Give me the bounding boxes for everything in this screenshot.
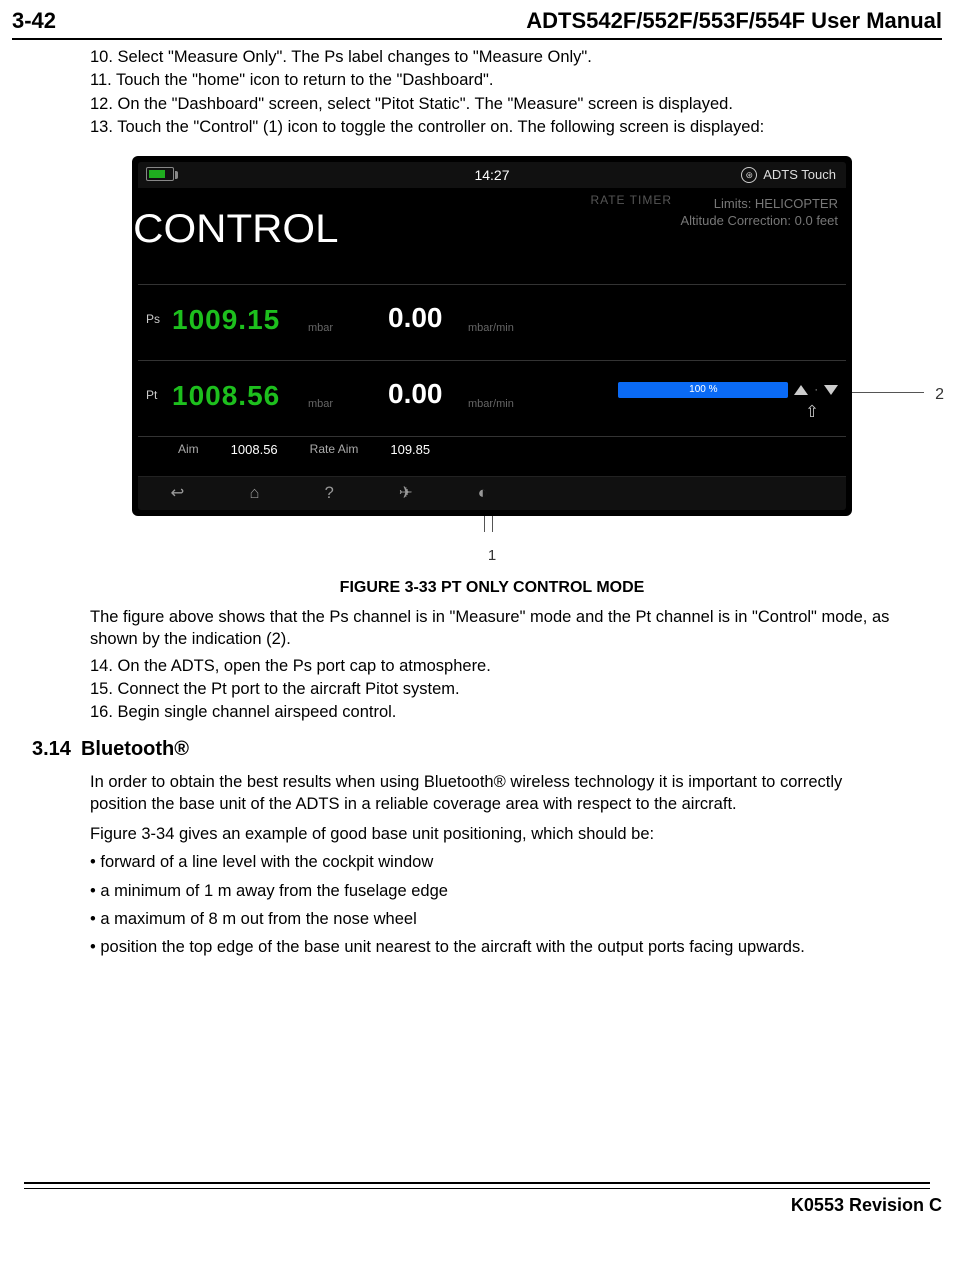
limits-box: Limits: HELICOPTER Altitude Correction: …	[680, 196, 838, 230]
rate-aim-label: Rate Aim	[310, 441, 359, 457]
footer-revision: K0553 Revision C	[791, 1195, 942, 1215]
step-13: 13. Touch the "Control" (1) icon to togg…	[90, 116, 894, 138]
ps-channel-label: Ps	[146, 311, 160, 327]
pt-rate: 0.00	[388, 375, 443, 413]
figure-caption: FIGURE 3-33 PT ONLY CONTROL MODE	[90, 577, 894, 599]
section-heading: 3.14 Bluetooth®	[32, 736, 894, 763]
control-toggle-icon[interactable]: ◐	[478, 482, 488, 504]
aim-value: 1008.56	[231, 441, 278, 459]
main-content: 10. Select "Measure Only". The Ps label …	[0, 46, 954, 958]
section-title: Bluetooth®	[81, 736, 189, 763]
bullet-3: • a maximum of 8 m out from the nose whe…	[90, 908, 894, 930]
help-icon[interactable]: ?	[325, 482, 334, 504]
battery-icon	[146, 167, 174, 181]
status-bar: 14:27 ⊛ ADTS Touch	[138, 162, 846, 188]
rate-aim-value: 109.85	[390, 441, 430, 459]
callout-2-line	[852, 392, 924, 393]
pt-channel-label: Pt	[146, 387, 157, 403]
bullet-4: • position the top edge of the base unit…	[90, 936, 894, 958]
pt-unit: mbar	[308, 397, 333, 412]
footer-rule-thin	[24, 1188, 930, 1189]
triangle-down-icon	[824, 385, 838, 395]
ge-logo-icon: ⊛	[741, 167, 757, 183]
header-rule	[12, 38, 942, 40]
callout-1-line-a	[484, 516, 485, 532]
footer-rule-thick	[24, 1182, 930, 1184]
aim-label: Aim	[178, 441, 199, 457]
up-arrow-icon[interactable]: ⇧	[800, 404, 824, 420]
aim-row: Aim 1008.56 Rate Aim 109.85	[138, 436, 846, 462]
ps-value: 1009.15	[172, 301, 280, 339]
mode-control-label: CONTROL	[133, 202, 338, 256]
progress-text: 100 %	[689, 383, 717, 397]
section-number: 3.14	[32, 736, 71, 763]
step-12: 12. On the "Dashboard" screen, select "P…	[90, 93, 894, 115]
pt-rate-unit: mbar/min	[468, 397, 514, 412]
step-15: 15. Connect the Pt port to the aircraft …	[90, 678, 894, 700]
back-icon[interactable]: ↩	[171, 482, 185, 504]
ps-rate: 0.00	[388, 299, 443, 337]
bt-para-1: In order to obtain the best results when…	[90, 771, 894, 816]
step-10: 10. Select "Measure Only". The Ps label …	[90, 46, 894, 68]
limits-line1: Limits: HELICOPTER	[680, 196, 838, 213]
step-16: 16. Begin single channel airspeed contro…	[90, 701, 894, 723]
triangle-up-icon	[794, 385, 808, 395]
pt-value: 1008.56	[172, 377, 280, 415]
bottom-nav-bar: ↩ ⌂ ? ✈ ◐	[138, 476, 846, 510]
ps-rate-unit: mbar/min	[468, 321, 514, 336]
progress-cluster: 100 % ·	[618, 382, 838, 398]
row-ps[interactable]: Ps 1009.15 mbar 0.00 mbar/min	[138, 284, 846, 354]
callout-1: 1	[90, 546, 894, 566]
progress-bar[interactable]: 100 %	[618, 382, 788, 398]
manual-title: ADTS542F/552F/553F/554F User Manual	[526, 8, 942, 34]
home-icon[interactable]: ⌂	[249, 482, 259, 504]
bullet-2: • a minimum of 1 m away from the fuselag…	[90, 880, 894, 902]
brand-text: ADTS Touch	[763, 166, 836, 184]
rate-timer-label: RATE TIMER	[590, 192, 672, 208]
limits-line2: Altitude Correction: 0.0 feet	[680, 213, 838, 230]
clock-label: 14:27	[474, 166, 509, 185]
device-screenshot: 14:27 ⊛ ADTS Touch RATE TIMER Limits: HE…	[132, 156, 852, 516]
figure-wrap: 14:27 ⊛ ADTS Touch RATE TIMER Limits: HE…	[90, 156, 894, 598]
page-footer: K0553 Revision C	[0, 1178, 954, 1226]
ps-unit: mbar	[308, 321, 333, 336]
after-figure-para-1: The figure above shows that the Ps chann…	[90, 606, 894, 651]
bt-para-2: Figure 3-34 gives an example of good bas…	[90, 823, 894, 845]
callout-1-line-b	[492, 516, 493, 532]
aircraft-icon[interactable]: ✈	[399, 482, 413, 504]
bullet-1: • forward of a line level with the cockp…	[90, 851, 894, 873]
brand-label: ⊛ ADTS Touch	[741, 166, 836, 184]
page-header: 3-42 ADTS542F/552F/553F/554F User Manual	[0, 0, 954, 36]
callout-2: 2	[935, 384, 944, 406]
arrow-separator: ·	[814, 383, 818, 398]
step-11: 11. Touch the "home" icon to return to t…	[90, 69, 894, 91]
page-number: 3-42	[12, 8, 56, 34]
step-14: 14. On the ADTS, open the Ps port cap to…	[90, 655, 894, 677]
